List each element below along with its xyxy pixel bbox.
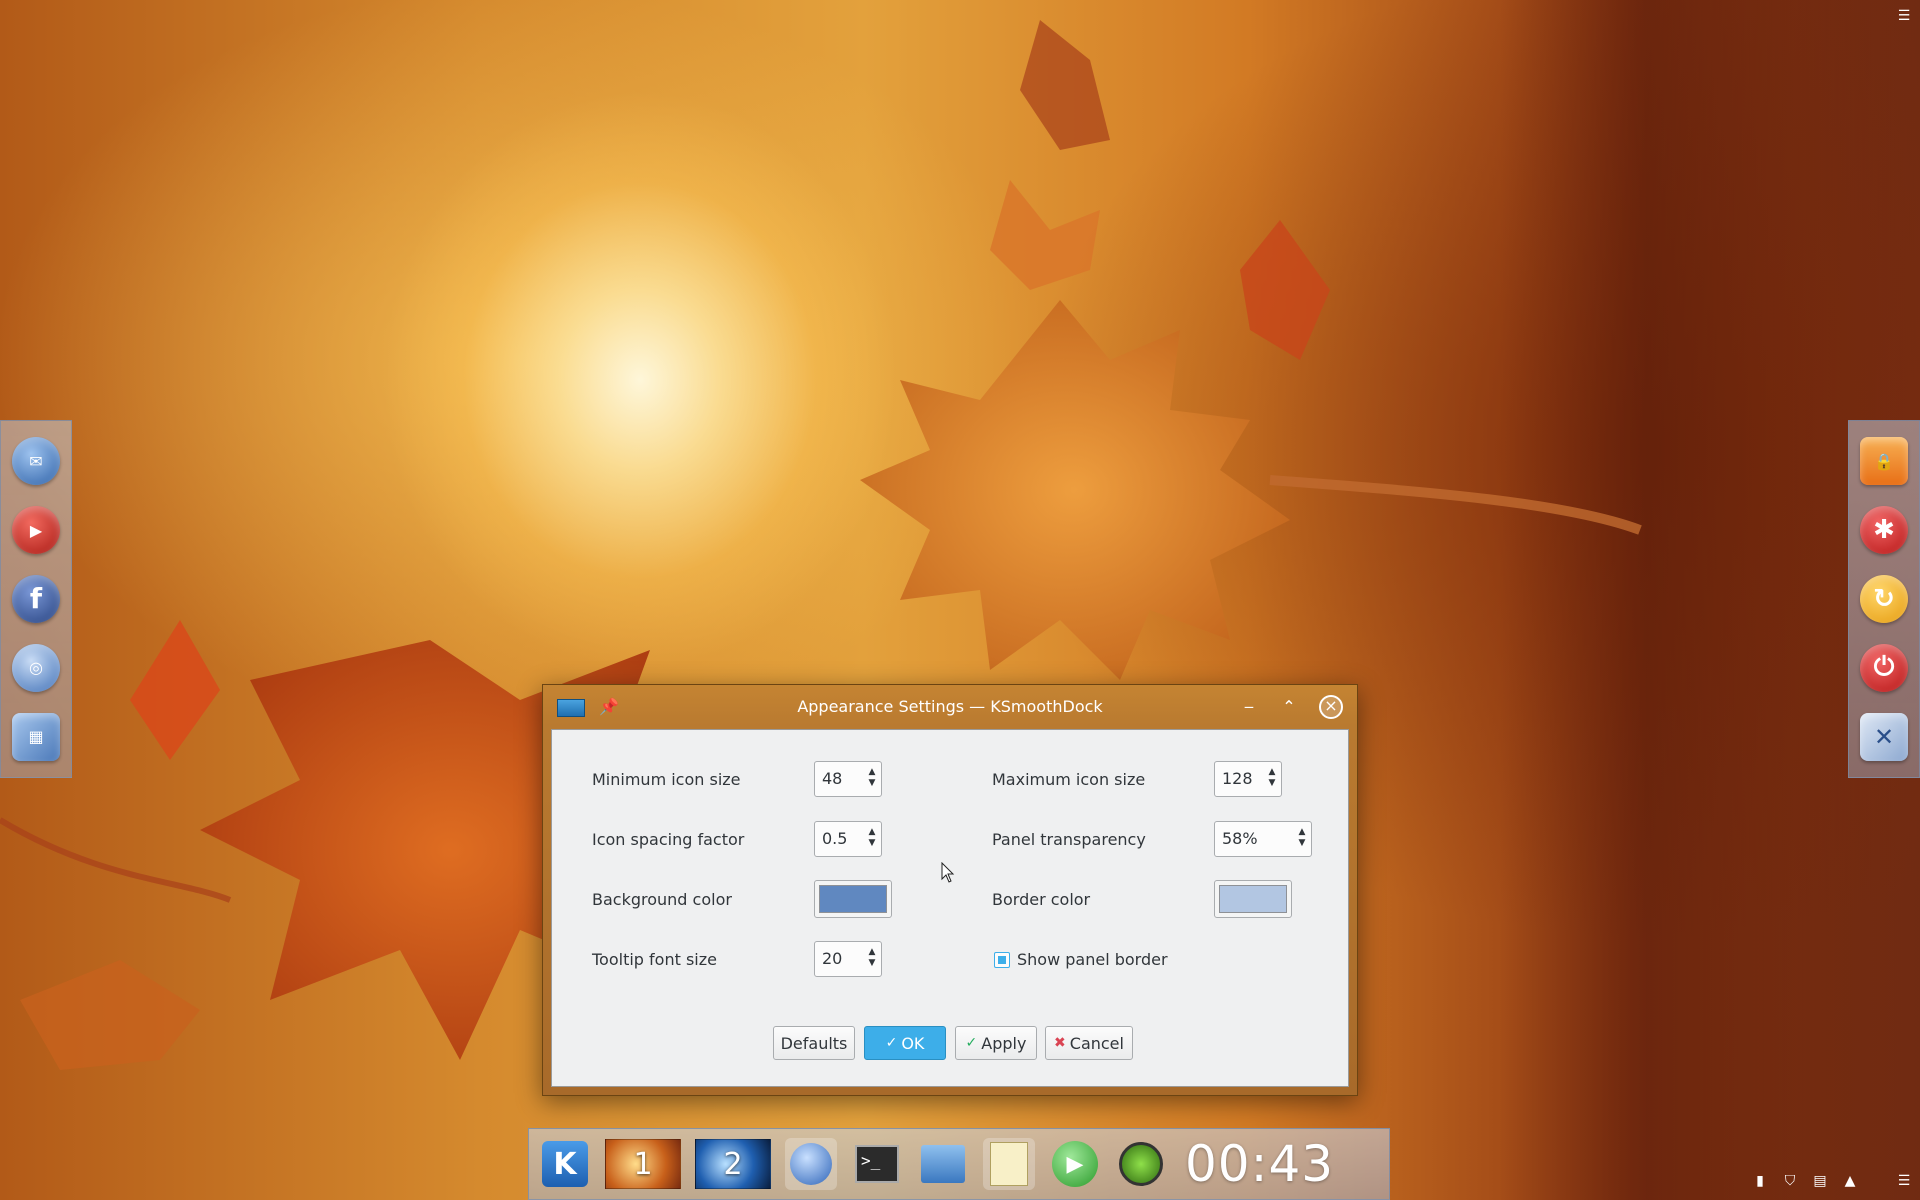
bottom-taskbar: K 1 2 >_ ▶ 00:43 <box>528 1128 1390 1200</box>
text-editor-icon[interactable] <box>983 1138 1035 1190</box>
desktop-menu-icon[interactable]: ☰ <box>1896 8 1912 24</box>
cancel-button[interactable]: ✖ Cancel <box>1045 1026 1133 1060</box>
system-monitor-icon[interactable] <box>1115 1138 1167 1190</box>
system-settings-icon[interactable]: ✕ <box>1860 712 1908 761</box>
icon-spacing-label: Icon spacing factor <box>592 830 745 849</box>
spin-arrows-icon[interactable]: ▲ ▼ <box>867 827 877 851</box>
ok-button[interactable]: ✓ OK <box>864 1026 946 1060</box>
mail-icon[interactable]: ✉ <box>12 437 60 486</box>
border-color-button[interactable] <box>1214 880 1292 918</box>
min-icon-size-spinbox[interactable]: 48 ▲ ▼ <box>814 761 882 797</box>
tooltip-font-size-spinbox[interactable]: 20 ▲ ▼ <box>814 941 882 977</box>
background-color-label: Background color <box>592 890 732 909</box>
icon-spacing-value: 0.5 <box>822 829 848 848</box>
virtual-desktop-2-label: 2 <box>723 1146 743 1182</box>
web-browser-icon[interactable] <box>785 1138 837 1190</box>
right-dock: 🔒 ✱ ↻ ⏻ ✕ <box>1848 420 1920 778</box>
close-icon[interactable]: × <box>1319 695 1343 719</box>
facebook-icon[interactable]: f <box>12 574 60 623</box>
background-color-swatch <box>819 885 887 913</box>
youtube-icon[interactable]: ▶ <box>12 506 60 555</box>
spin-arrows-icon[interactable]: ▲ ▼ <box>1297 827 1307 851</box>
spin-arrows-icon[interactable]: ▲ ▼ <box>867 947 877 971</box>
tooltip-font-size-value: 20 <box>822 949 843 968</box>
panel-transparency-value: 58% <box>1222 829 1258 848</box>
appearance-settings-dialog: 📌 Appearance Settings — KSmoothDock ‒ ⌃ … <box>542 684 1358 1096</box>
min-icon-size-value: 48 <box>822 769 843 788</box>
cancel-x-icon: ✖ <box>1054 1035 1066 1051</box>
switch-user-icon[interactable]: ✱ <box>1860 506 1908 555</box>
check-icon: ✓ <box>965 1035 978 1051</box>
apply-button-label: Apply <box>981 1033 1027 1053</box>
show-panel-border-label[interactable]: Show panel border <box>1017 950 1168 969</box>
spin-arrows-icon[interactable]: ▲ ▼ <box>1267 767 1277 791</box>
clipboard-icon[interactable]: ▤ <box>1812 1173 1828 1189</box>
left-dock: ✉ ▶ f ◎ ▦ <box>0 420 72 778</box>
photo-viewer-icon[interactable]: ▦ <box>12 712 60 761</box>
shutdown-icon[interactable]: ⏻ <box>1860 643 1908 692</box>
show-panel-border-checkbox[interactable] <box>994 952 1010 968</box>
background-color-button[interactable] <box>814 880 892 918</box>
border-color-label: Border color <box>992 890 1091 909</box>
defaults-button[interactable]: Defaults <box>773 1026 855 1060</box>
spin-arrows-icon[interactable]: ▲ ▼ <box>867 767 877 791</box>
virtual-desktop-2[interactable]: 2 <box>695 1139 771 1189</box>
checkbox-check-mark <box>998 956 1006 964</box>
lock-screen-icon[interactable]: 🔒 <box>1860 437 1908 486</box>
virtual-desktop-1[interactable]: 1 <box>605 1139 681 1189</box>
terminal-icon[interactable]: >_ <box>851 1138 903 1190</box>
media-player-icon[interactable]: ▶ <box>1049 1138 1101 1190</box>
panel-transparency-label: Panel transparency <box>992 830 1146 849</box>
ok-button-label: OK <box>901 1033 925 1053</box>
tray-expand-icon[interactable]: ▲ <box>1842 1173 1858 1189</box>
max-icon-size-spinbox[interactable]: 128 ▲ ▼ <box>1214 761 1282 797</box>
panel-transparency-spinbox[interactable]: 58% ▲ ▼ <box>1214 821 1312 857</box>
file-manager-icon[interactable] <box>917 1138 969 1190</box>
min-icon-size-label: Minimum icon size <box>592 770 741 789</box>
minimize-icon[interactable]: ‒ <box>1237 695 1261 719</box>
virtual-desktop-1-label: 1 <box>633 1146 653 1182</box>
digital-clock[interactable]: 00:43 <box>1185 1135 1334 1193</box>
refresh-icon[interactable]: ↻ <box>1860 574 1908 623</box>
defaults-button-label: Defaults <box>780 1033 848 1053</box>
tray-menu-icon[interactable]: ☰ <box>1896 1173 1912 1189</box>
icon-spacing-spinbox[interactable]: 0.5 ▲ ▼ <box>814 821 882 857</box>
check-icon: ✓ <box>885 1035 898 1051</box>
system-tray: ▮ ⛉ ▤ ▲ ☰ <box>1752 1170 1912 1192</box>
max-icon-size-value: 128 <box>1222 769 1253 788</box>
maximize-icon[interactable]: ⌃ <box>1277 695 1301 719</box>
border-color-swatch <box>1219 885 1287 913</box>
dialog-title: Appearance Settings — KSmoothDock <box>797 697 1103 716</box>
security-shield-icon[interactable]: ⛉ <box>1782 1173 1798 1189</box>
cancel-button-label: Cancel <box>1069 1033 1124 1053</box>
kde-launcher-icon[interactable]: K <box>539 1138 591 1190</box>
dialog-body: Minimum icon size 48 ▲ ▼ Maximum icon siz… <box>551 729 1349 1087</box>
dialog-titlebar[interactable]: 📌 Appearance Settings — KSmoothDock ‒ ⌃ … <box>543 685 1357 729</box>
max-icon-size-label: Maximum icon size <box>992 770 1146 789</box>
tooltip-font-size-label: Tooltip font size <box>592 950 717 969</box>
apply-button[interactable]: ✓ Apply <box>955 1026 1037 1060</box>
network-globe-icon[interactable]: ◎ <box>12 643 60 692</box>
usb-device-icon[interactable]: ▮ <box>1752 1173 1768 1189</box>
